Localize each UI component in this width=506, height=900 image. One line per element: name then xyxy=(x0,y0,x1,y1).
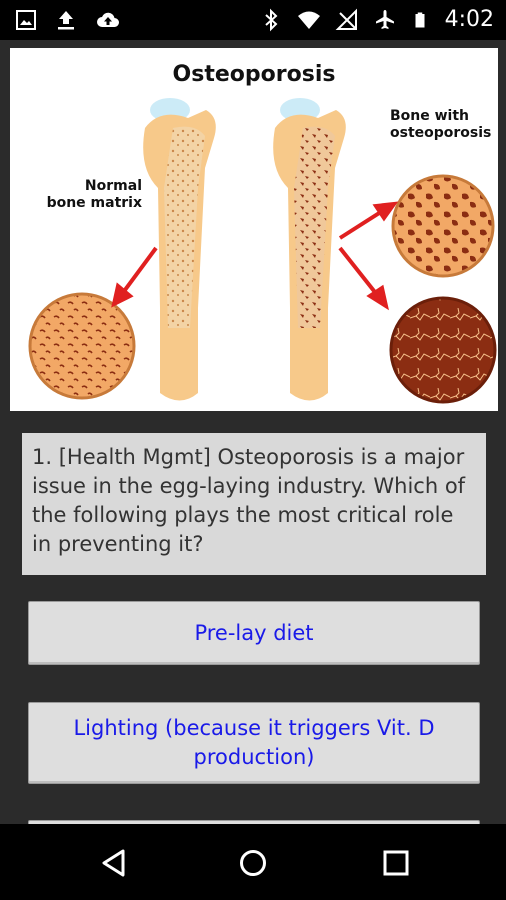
arrows xyxy=(111,201,399,311)
quiz-content[interactable]: Osteoporosis Normal bone matrix Bone wit… xyxy=(0,40,506,824)
osteoporosis-bone xyxy=(273,98,346,401)
bluetooth-icon xyxy=(264,8,278,32)
porous-matrix-circle xyxy=(391,174,495,278)
no-signal-icon xyxy=(335,8,357,30)
osteoporosis-illustration: Osteoporosis Normal bone matrix Bone wit… xyxy=(10,48,498,411)
home-icon[interactable] xyxy=(238,848,268,878)
battery-icon xyxy=(415,12,425,28)
question-text: 1. [Health Mgmt] Osteoporosis is a major… xyxy=(32,445,466,556)
answer-button-1[interactable]: Pre-lay diet xyxy=(28,601,480,665)
normal-matrix-circle xyxy=(28,292,136,400)
navigation-bar xyxy=(0,824,506,900)
cracked-matrix-circle xyxy=(389,296,497,404)
bone-drawing xyxy=(28,98,497,404)
recents-icon[interactable] xyxy=(381,848,411,878)
status-bar: 4:02 xyxy=(0,0,506,40)
clock-time: 4:02 xyxy=(444,7,494,32)
back-icon[interactable] xyxy=(99,848,129,878)
answer-button-2[interactable]: Lighting (because it triggers Vit. D pro… xyxy=(28,702,480,784)
question-card: 1. [Health Mgmt] Osteoporosis is a major… xyxy=(22,433,486,575)
cloud-upload-icon xyxy=(97,12,119,27)
upload-icon xyxy=(58,11,74,30)
wifi-icon xyxy=(297,11,320,29)
image-icon xyxy=(16,10,36,30)
airplane-icon xyxy=(375,10,394,29)
